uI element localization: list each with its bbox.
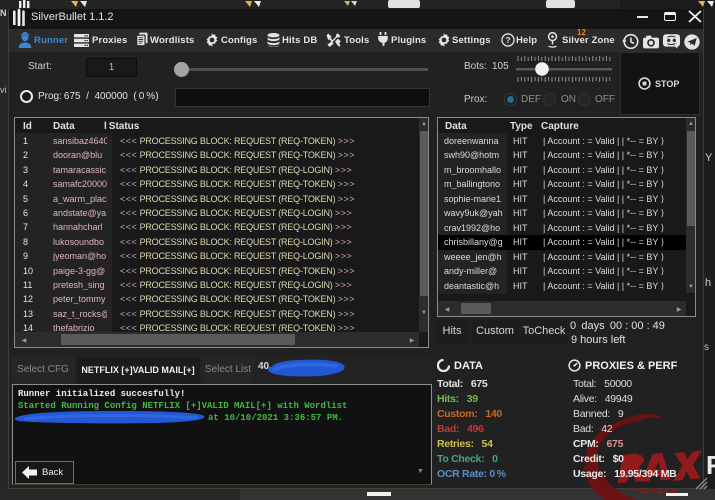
svg-text:?: ? bbox=[505, 35, 510, 45]
